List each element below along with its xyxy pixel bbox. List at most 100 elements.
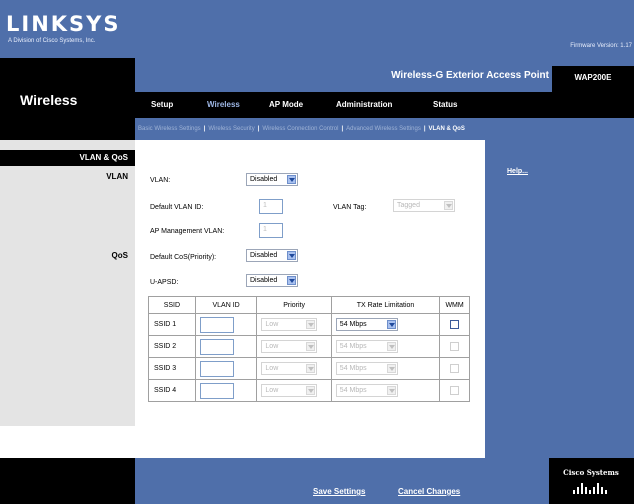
tab-setup[interactable]: Setup — [151, 100, 173, 109]
ap-mgmt-vlan-label: AP Management VLAN: — [150, 228, 225, 235]
col-ssid: SSID — [148, 296, 196, 314]
section-title: Wireless — [20, 92, 78, 108]
rate-cell: 54 Mbps — [330, 313, 441, 336]
tx-rate-select[interactable]: 54 Mbps — [335, 340, 398, 353]
subtab-advanced-wireless[interactable]: Advanced Wireless Settings — [346, 126, 421, 132]
priority-value: Low — [265, 387, 279, 394]
vlan-id-cell — [194, 357, 258, 380]
subtab-basic-wireless[interactable]: Basic Wireless Settings — [138, 126, 201, 132]
priority-select[interactable]: Low — [261, 318, 318, 331]
product-bar: Wireless-G Exterior Access Point WAP200E — [135, 58, 634, 92]
vlan-select-value: Disabled — [250, 176, 278, 183]
cisco-systems-logo: Cisco Systems — [563, 468, 619, 494]
cancel-changes-button[interactable]: Cancel Changes — [398, 487, 460, 496]
vlan-tag-value: Tagged — [397, 202, 420, 209]
default-cos-label: Default CoS(Priority): — [150, 254, 217, 261]
tx-rate-select[interactable]: 54 Mbps — [335, 318, 398, 331]
vlan-select[interactable]: Disabled — [246, 173, 298, 186]
uapsd-select[interactable]: Disabled — [246, 274, 298, 287]
chevron-down-icon — [306, 320, 316, 329]
default-cos-value: Disabled — [250, 252, 278, 259]
wmm-cell — [439, 313, 470, 336]
product-title: Wireless-G Exterior Access Point — [391, 70, 549, 81]
chevron-down-icon — [386, 342, 396, 351]
chevron-down-icon — [386, 386, 396, 395]
vlan-id-input[interactable] — [199, 316, 234, 333]
sidebar-vlan-label: VLAN — [106, 172, 128, 181]
uapsd-value: Disabled — [250, 277, 278, 284]
help-panel: Help... — [485, 140, 634, 458]
left-column: Wireless VLAN & QoS VLAN QoS — [0, 58, 135, 504]
subtab-wireless-security[interactable]: Wireless Security — [208, 126, 254, 132]
table-row: SSID 2 Low 54 Mbps — [148, 335, 470, 358]
priority-select[interactable]: Low — [261, 362, 318, 375]
ssid-name: SSID 2 — [148, 335, 196, 358]
tab-administration[interactable]: Administration — [336, 100, 392, 109]
table-header-row: SSID VLAN ID Priority TX Rate Limitation… — [148, 296, 470, 314]
tab-wireless[interactable]: Wireless — [207, 100, 240, 109]
tx-rate-select[interactable]: 54 Mbps — [335, 362, 398, 375]
header-bar: LINKSYS A Division of Cisco Systems, Inc… — [0, 0, 634, 58]
ssid-name: SSID 4 — [148, 379, 196, 402]
chevron-down-icon — [306, 364, 316, 373]
tx-rate-value: 54 Mbps — [339, 321, 367, 328]
chevron-down-icon — [287, 276, 296, 285]
priority-select[interactable]: Low — [261, 340, 318, 353]
chevron-down-icon — [287, 175, 296, 184]
linksys-logo: LINKSYS — [6, 12, 121, 36]
chevron-down-icon — [287, 251, 296, 260]
vlan-id-cell — [194, 313, 258, 336]
cisco-logo-box: Cisco Systems — [549, 458, 634, 504]
wmm-cell — [439, 357, 470, 380]
wmm-cell — [439, 335, 470, 358]
wmm-checkbox[interactable] — [450, 320, 460, 329]
ap-mgmt-vlan-input[interactable]: 1 — [259, 223, 283, 238]
wmm-checkbox[interactable] — [450, 342, 460, 351]
subtab-vlan-qos[interactable]: VLAN & QoS — [429, 126, 465, 132]
sidebar-panel — [0, 140, 135, 426]
chevron-down-icon — [306, 342, 316, 351]
save-settings-button[interactable]: Save Settings — [313, 487, 365, 496]
chevron-down-icon — [386, 320, 396, 329]
priority-value: Low — [265, 343, 279, 350]
vlan-id-input[interactable] — [199, 360, 234, 377]
logo-subtitle: A Division of Cisco Systems, Inc. — [8, 38, 96, 44]
vlan-id-input[interactable] — [199, 338, 234, 355]
wmm-checkbox[interactable] — [450, 386, 460, 395]
sidebar-qos-label: QoS — [111, 251, 128, 260]
rate-cell: 54 Mbps — [330, 357, 441, 380]
vlan-id-cell — [194, 335, 258, 358]
priority-select[interactable]: Low — [261, 384, 318, 397]
help-link[interactable]: Help... — [507, 168, 528, 175]
default-vlan-id-input[interactable]: 1 — [259, 199, 283, 214]
default-cos-select[interactable]: Disabled — [246, 249, 298, 262]
tx-rate-value: 54 Mbps — [339, 387, 367, 394]
main-tabs: Setup Wireless AP Mode Administration St… — [135, 92, 634, 118]
col-priority: Priority — [256, 296, 332, 314]
tx-rate-value: 54 Mbps — [339, 343, 367, 350]
vlan-id-cell — [194, 379, 258, 402]
priority-cell: Low — [256, 379, 332, 402]
col-tx-rate: TX Rate Limitation — [330, 296, 441, 314]
model-badge: WAP200E — [552, 66, 634, 92]
priority-cell: Low — [256, 357, 332, 380]
tab-status[interactable]: Status — [433, 100, 457, 109]
wmm-checkbox[interactable] — [450, 364, 460, 373]
rate-cell: 54 Mbps — [330, 335, 441, 358]
priority-value: Low — [265, 365, 279, 372]
tab-ap-mode[interactable]: AP Mode — [269, 100, 303, 109]
ssid-table: SSID VLAN ID Priority TX Rate Limitation… — [148, 296, 470, 402]
cisco-logo-text: Cisco Systems — [563, 468, 619, 477]
chevron-down-icon — [444, 201, 453, 210]
sub-tabs: Basic Wireless Settings | Wireless Securit… — [135, 118, 634, 140]
vlan-tag-select[interactable]: Tagged — [393, 199, 455, 212]
subtab-connection-control[interactable]: Wireless Connection Control — [262, 126, 338, 132]
priority-cell: Low — [256, 313, 332, 336]
table-row: SSID 4 Low 54 Mbps — [148, 379, 470, 402]
wmm-cell — [439, 379, 470, 402]
table-row: SSID 1 Low 54 Mbps — [148, 313, 470, 336]
tx-rate-select[interactable]: 54 Mbps — [335, 384, 398, 397]
priority-cell: Low — [256, 335, 332, 358]
vlan-id-input[interactable] — [199, 382, 234, 399]
section-header: Wireless — [0, 58, 135, 140]
